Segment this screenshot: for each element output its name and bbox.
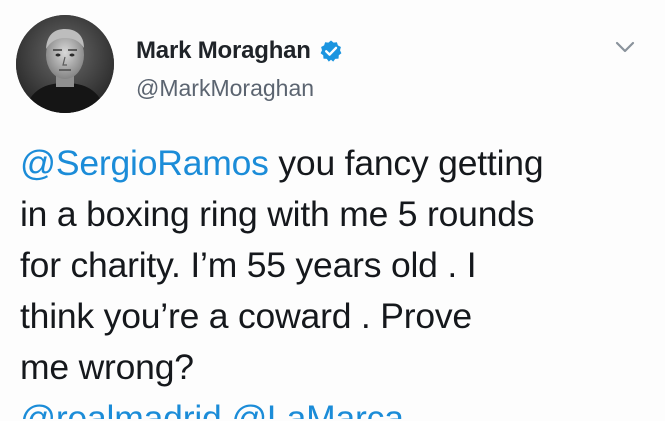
display-name[interactable]: Mark Moraghan [136,37,311,65]
avatar[interactable] [16,15,114,113]
display-name-row: Mark Moraghan [136,35,343,67]
tweet-text: @SergioRamos you fancy getting in a boxi… [20,138,650,419]
tweet-line-6: @realmadrid @LaMarca [20,393,650,419]
tweet-card: Mark Moraghan @MarkMoraghan @SergioRamos… [0,0,665,421]
user-name-block: Mark Moraghan @MarkMoraghan [136,35,343,102]
tweet-header: Mark Moraghan @MarkMoraghan [16,15,656,115]
avatar-photo [16,15,114,113]
tweet-line-4: think you’re a coward . Prove [20,296,472,336]
mention-link[interactable]: @LaMarca [231,398,404,419]
tweet-line-2: in a boxing ring with me 5 rounds [20,194,535,234]
tweet-line-3: for charity. I’m 55 years old . I [20,245,477,285]
mention-link[interactable]: @realmadrid [20,398,222,419]
chevron-down-icon[interactable] [611,37,639,57]
mention-link[interactable]: @SergioRamos [20,143,269,183]
tweet-text-segment: you fancy getting [268,143,544,183]
tweet-line-1: @SergioRamos you fancy getting [20,138,650,189]
user-handle[interactable]: @MarkMoraghan [136,75,343,102]
tweet-line-5: me wrong? [20,347,194,387]
verified-badge-icon [319,39,343,63]
